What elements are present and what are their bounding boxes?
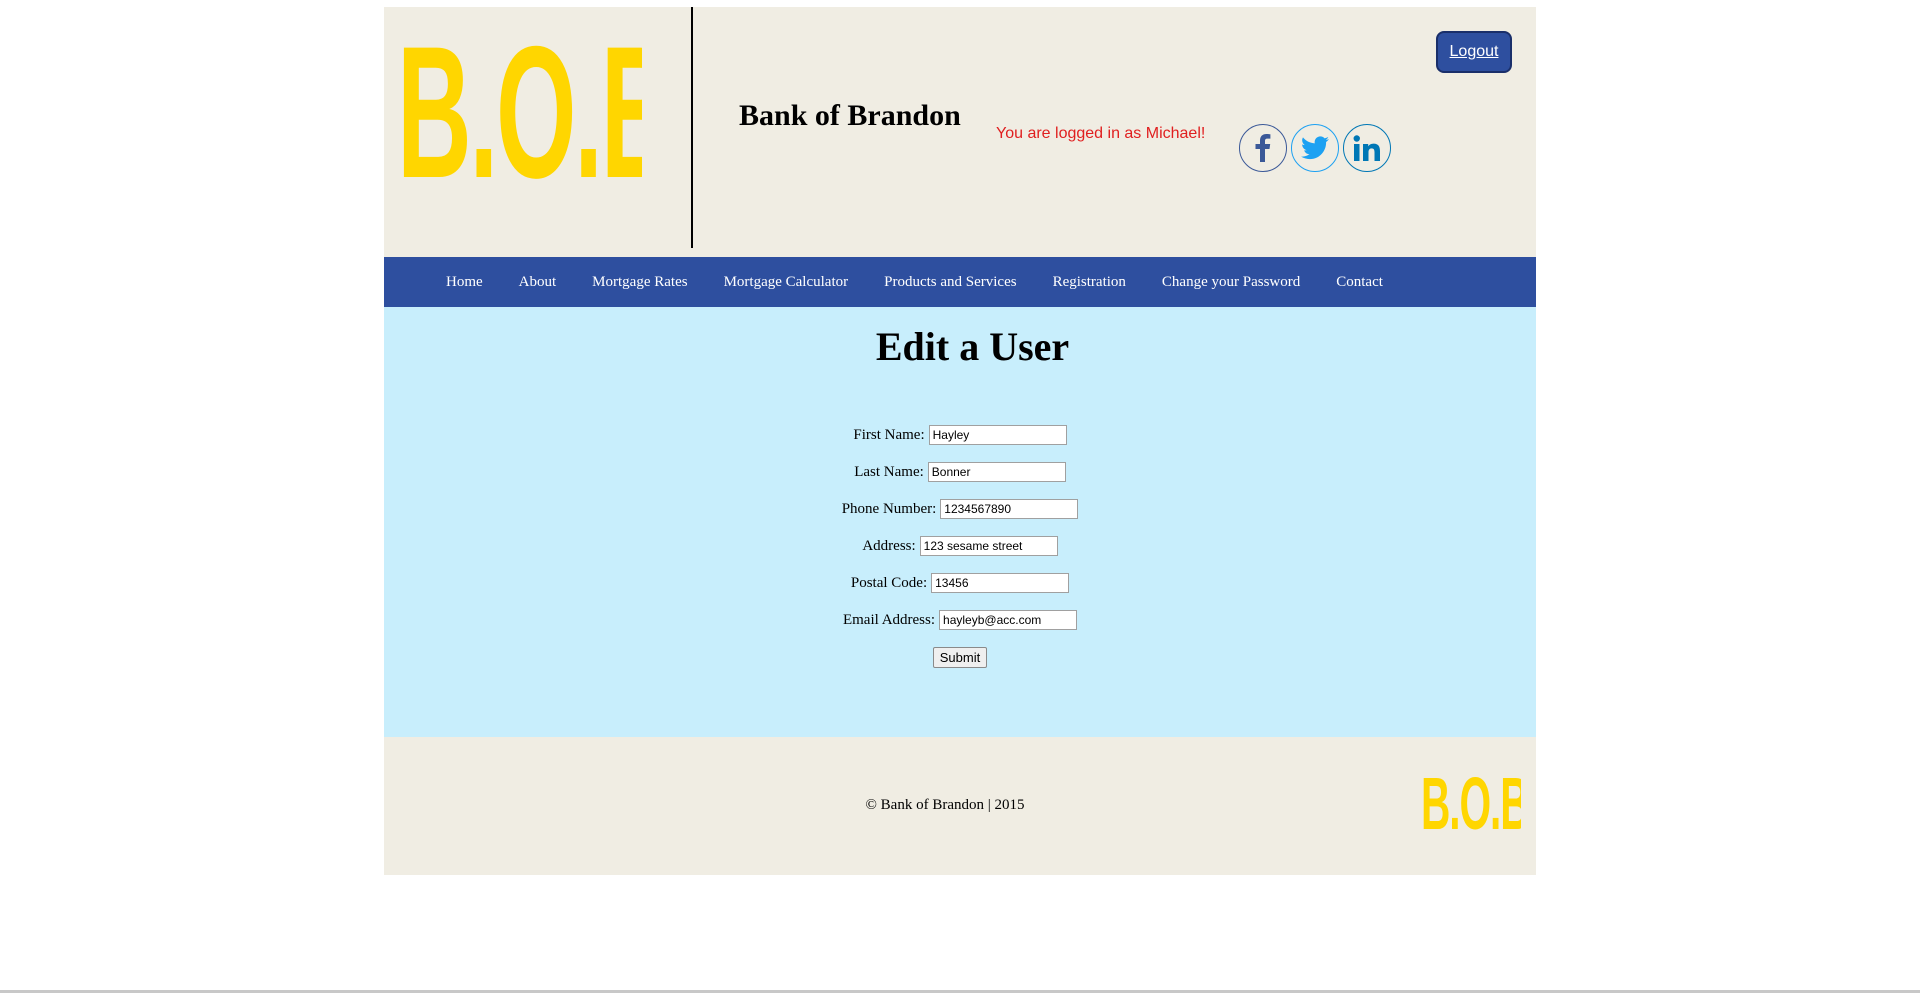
nav-item-about[interactable]: About	[519, 274, 557, 291]
nav-item-mortgage-rates[interactable]: Mortgage Rates	[592, 274, 687, 291]
phone-number-input[interactable]	[940, 499, 1079, 519]
footer-logo: B.O.B	[1421, 767, 1521, 839]
page-title: Edit a User	[875, 324, 1070, 369]
form-row-first-name: First Name:	[384, 425, 1536, 462]
facebook-button[interactable]	[1239, 124, 1287, 172]
main-nav: Home About Mortgage Rates Mortgage Calcu…	[384, 257, 1536, 307]
postal-code-label: Postal Code:	[850, 575, 928, 591]
first-name-label: First Name:	[853, 427, 925, 443]
main-content: Edit a User First Name: Last Name: Phone…	[384, 307, 1536, 737]
page-container: B.O.B Bank of Brandon You are logged in …	[384, 7, 1536, 875]
form-row-postal-code: Postal Code:	[384, 573, 1536, 610]
nav-item-contact[interactable]: Contact	[1336, 274, 1383, 291]
logged-in-status: You are logged in as Michael!	[996, 125, 1206, 142]
form-row-email-address: Email Address:	[384, 610, 1536, 647]
form-row-address: Address:	[384, 536, 1536, 573]
last-name-label: Last Name:	[854, 464, 924, 480]
footer-logo-text: B.O.B	[1421, 767, 1521, 839]
form-row-last-name: Last Name:	[384, 462, 1536, 499]
linkedin-icon	[1353, 135, 1380, 161]
first-name-input[interactable]	[928, 425, 1067, 445]
bank-name: Bank of Brandon	[739, 99, 961, 132]
twitter-button[interactable]	[1291, 124, 1339, 172]
nav-item-home[interactable]: Home	[446, 274, 483, 291]
nav-item-change-password[interactable]: Change your Password	[1162, 274, 1300, 291]
social-links	[1239, 124, 1391, 172]
email-address-input[interactable]	[939, 610, 1078, 630]
address-label: Address:	[862, 538, 916, 554]
bob-logo: B.O.B	[397, 17, 642, 207]
last-name-input[interactable]	[927, 462, 1066, 482]
nav-item-registration[interactable]: Registration	[1053, 274, 1126, 291]
phone-number-label: Phone Number:	[841, 501, 937, 517]
email-address-label: Email Address:	[842, 612, 936, 628]
postal-code-input[interactable]	[931, 573, 1070, 593]
form-row-phone-number: Phone Number:	[384, 499, 1536, 536]
nav-item-mortgage-calculator[interactable]: Mortgage Calculator	[724, 274, 849, 291]
address-input[interactable]	[919, 536, 1058, 556]
twitter-icon	[1301, 136, 1329, 160]
site-header: B.O.B Bank of Brandon You are logged in …	[384, 7, 1536, 257]
nav-item-products-and-services[interactable]: Products and Services	[884, 274, 1016, 291]
site-footer: © Bank of Brandon | 2015 B.O.B	[384, 737, 1536, 875]
edit-user-form: First Name: Last Name: Phone Number: Add…	[384, 425, 1536, 677]
header-divider	[691, 7, 693, 248]
copyright-text: © Bank of Brandon | 2015	[865, 797, 1025, 813]
submit-row: Submit	[384, 647, 1536, 677]
submit-button[interactable]: Submit	[932, 647, 988, 668]
logout-button[interactable]: Logout	[1436, 31, 1512, 73]
facebook-icon	[1255, 134, 1271, 162]
linkedin-button[interactable]	[1343, 124, 1391, 172]
logo-text: B.O.B	[397, 17, 642, 207]
